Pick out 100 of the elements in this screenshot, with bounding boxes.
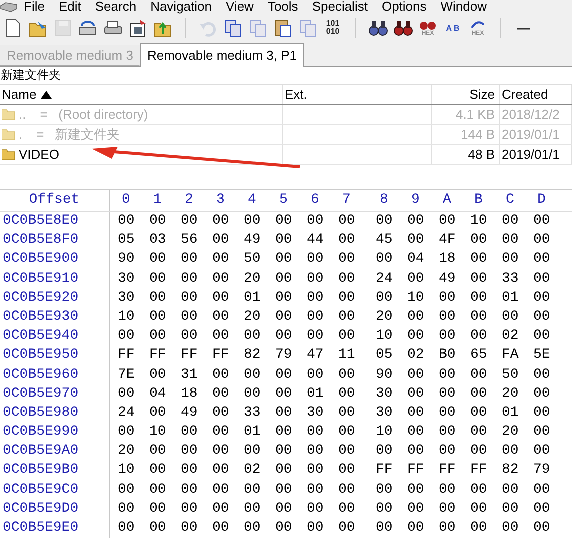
- hex-byte[interactable]: 00: [470, 500, 502, 519]
- hex-byte[interactable]: 00: [408, 404, 439, 424]
- hex-byte[interactable]: 00: [212, 212, 244, 232]
- column-header[interactable]: Ext.: [283, 85, 432, 104]
- hex-byte[interactable]: 00: [212, 461, 244, 481]
- column-header[interactable]: Created: [500, 85, 572, 104]
- hex-byte[interactable]: 10: [118, 461, 150, 481]
- hex-byte[interactable]: 00: [502, 442, 534, 462]
- hex-byte[interactable]: 90: [376, 366, 408, 385]
- hex-byte[interactable]: 00: [408, 384, 439, 404]
- hex-byte[interactable]: 00: [502, 250, 534, 270]
- hex-byte[interactable]: 00: [376, 500, 408, 519]
- hex-byte[interactable]: 00: [276, 327, 307, 346]
- hex-byte[interactable]: 00: [408, 231, 439, 250]
- hex-byte[interactable]: 00: [307, 480, 338, 500]
- hex-byte[interactable]: 01: [502, 404, 534, 424]
- hex-byte[interactable]: 00: [181, 461, 212, 481]
- hex-byte[interactable]: 00: [276, 519, 307, 538]
- hex-byte[interactable]: 00: [244, 212, 276, 232]
- hex-byte[interactable]: 00: [276, 480, 307, 500]
- hex-byte[interactable]: 20: [376, 308, 408, 328]
- hex-byte[interactable]: 00: [276, 384, 307, 404]
- hex-byte[interactable]: 00: [276, 461, 307, 481]
- hex-byte[interactable]: 20: [118, 442, 150, 462]
- menu-item[interactable]: View: [220, 0, 262, 14]
- hex-byte[interactable]: 00: [212, 480, 244, 500]
- hex-byte[interactable]: 00: [150, 461, 181, 481]
- hex-byte[interactable]: 01: [307, 384, 338, 404]
- hex-byte[interactable]: 00: [534, 404, 565, 424]
- hex-byte[interactable]: 00: [338, 250, 370, 270]
- hex-byte[interactable]: 00: [534, 384, 565, 404]
- hex-byte[interactable]: 00: [276, 423, 307, 442]
- hex-byte[interactable]: 30: [118, 270, 150, 289]
- hex-byte[interactable]: 00: [307, 366, 338, 385]
- hex-byte[interactable]: 00: [150, 404, 181, 424]
- hex-byte[interactable]: 00: [534, 480, 565, 500]
- hex-byte[interactable]: 00: [244, 384, 276, 404]
- hex-byte[interactable]: 00: [181, 423, 212, 442]
- hex-byte[interactable]: 00: [276, 270, 307, 289]
- hex-byte[interactable]: 20: [244, 308, 276, 328]
- hex-byte[interactable]: 00: [534, 288, 565, 308]
- hex-byte[interactable]: 00: [276, 442, 307, 462]
- hex-byte[interactable]: 00: [150, 500, 181, 519]
- hex-byte[interactable]: 00: [307, 270, 338, 289]
- hex-byte[interactable]: 45: [376, 231, 408, 250]
- hex-byte[interactable]: 00: [470, 519, 502, 538]
- hex-byte[interactable]: 00: [502, 308, 534, 328]
- hex-byte[interactable]: 00: [502, 480, 534, 500]
- hex-byte[interactable]: 00: [470, 442, 502, 462]
- hex-byte[interactable]: 00: [307, 288, 338, 308]
- hex-byte[interactable]: 00: [534, 270, 565, 289]
- hex-byte[interactable]: 90: [118, 250, 150, 270]
- hex-byte[interactable]: 20: [502, 384, 534, 404]
- hex-byte[interactable]: 4F: [439, 231, 470, 250]
- hex-byte[interactable]: 00: [439, 404, 470, 424]
- hex-byte[interactable]: 00: [118, 212, 150, 232]
- hex-byte[interactable]: 00: [439, 308, 470, 328]
- hex-byte[interactable]: 00: [534, 442, 565, 462]
- hex-byte[interactable]: 20: [502, 423, 534, 442]
- hex-byte[interactable]: 00: [470, 327, 502, 346]
- hex-byte[interactable]: 00: [408, 212, 439, 232]
- hex-byte[interactable]: 00: [408, 519, 439, 538]
- drive-icon[interactable]: [0, 2, 18, 12]
- hex-byte[interactable]: 00: [181, 212, 212, 232]
- hex-byte[interactable]: 00: [118, 500, 150, 519]
- binary-icon[interactable]: 101 010: [322, 17, 344, 39]
- hex-byte[interactable]: 00: [376, 250, 408, 270]
- hex-byte[interactable]: 00: [150, 327, 181, 346]
- hex-byte[interactable]: 00: [338, 212, 370, 232]
- hex-byte[interactable]: 00: [338, 500, 370, 519]
- hex-byte[interactable]: 05: [118, 231, 150, 250]
- hex-byte[interactable]: 30: [376, 404, 408, 424]
- hex-byte[interactable]: 00: [307, 212, 338, 232]
- hex-byte[interactable]: 00: [276, 308, 307, 328]
- hex-byte[interactable]: 79: [276, 346, 307, 366]
- hex-byte[interactable]: 10: [376, 423, 408, 442]
- hex-byte[interactable]: 24: [376, 270, 408, 289]
- hex-byte[interactable]: 00: [212, 404, 244, 424]
- hex-byte[interactable]: 49: [439, 270, 470, 289]
- hex-byte[interactable]: 00: [244, 500, 276, 519]
- hex-byte[interactable]: 00: [338, 480, 370, 500]
- hex-byte[interactable]: 00: [338, 231, 370, 250]
- hex-byte[interactable]: 01: [502, 288, 534, 308]
- hex-byte[interactable]: 00: [212, 250, 244, 270]
- hex-byte[interactable]: 03: [150, 231, 181, 250]
- file-name[interactable]: VIDEO: [19, 145, 60, 164]
- hex-byte[interactable]: 00: [181, 288, 212, 308]
- hex-byte[interactable]: 00: [276, 366, 307, 385]
- hex-byte[interactable]: 00: [439, 384, 470, 404]
- hex-byte[interactable]: 33: [502, 270, 534, 289]
- hex-byte[interactable]: 00: [307, 327, 338, 346]
- column-header[interactable]: Size: [432, 85, 500, 104]
- hex-byte[interactable]: 02: [408, 346, 439, 366]
- hex-byte[interactable]: 00: [244, 519, 276, 538]
- hex-byte[interactable]: 7E: [118, 366, 150, 385]
- hex-byte[interactable]: 10: [118, 308, 150, 328]
- hex-byte[interactable]: 00: [338, 288, 370, 308]
- hex-byte[interactable]: 00: [212, 384, 244, 404]
- hex-byte[interactable]: 00: [118, 384, 150, 404]
- hex-byte[interactable]: 00: [307, 519, 338, 538]
